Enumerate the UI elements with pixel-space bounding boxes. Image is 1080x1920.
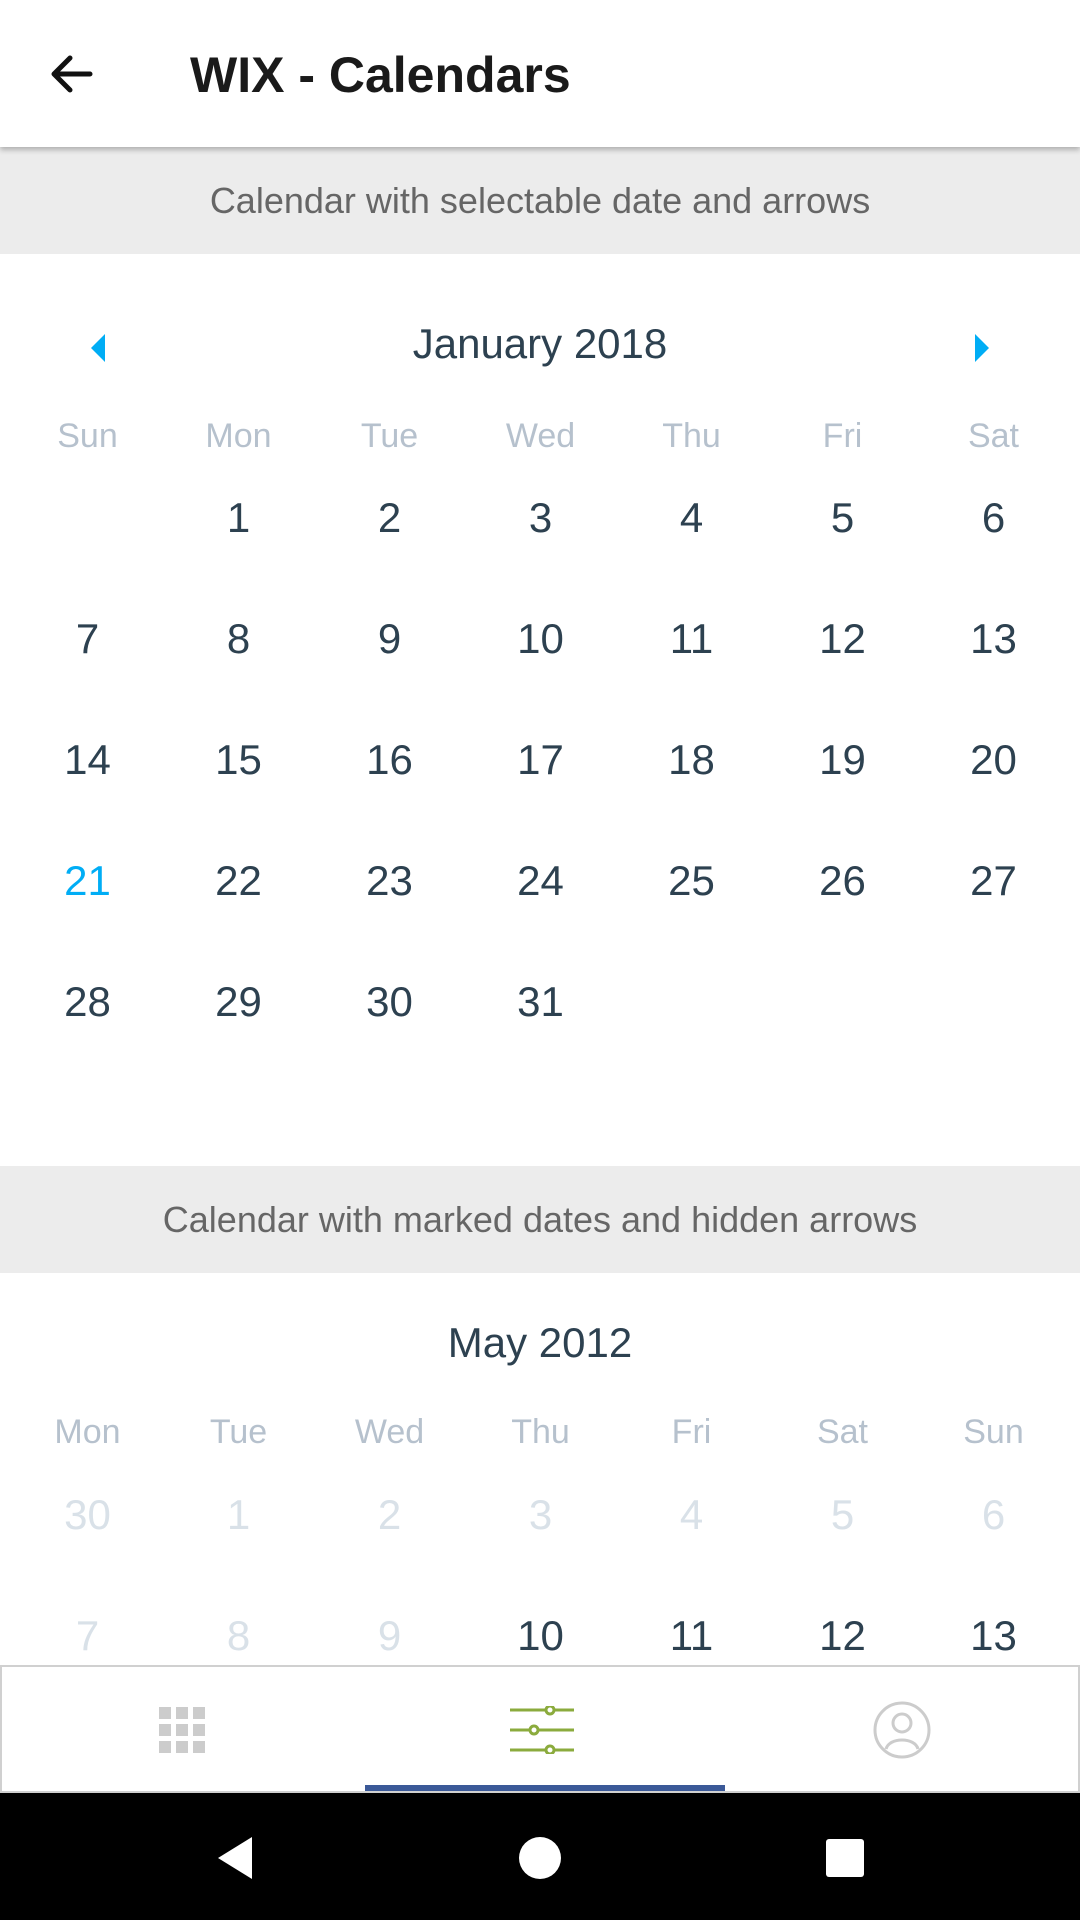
day-cell[interactable]: 2 xyxy=(314,484,465,605)
app-bar: WIX - Calendars xyxy=(0,0,1080,147)
day-cell[interactable]: 25 xyxy=(616,847,767,968)
calendar-selectable: January 2018 Sun Mon Tue Wed Thu Fri Sat 12345… xyxy=(0,254,1080,1166)
empty-day-cell xyxy=(767,968,918,1089)
day-cell[interactable]: 6 xyxy=(918,484,1069,605)
day-cell[interactable]: 13 xyxy=(918,1602,1069,1665)
day-cell[interactable]: 29 xyxy=(163,968,314,1089)
empty-day-cell xyxy=(918,968,1069,1089)
day-cell[interactable]: 16 xyxy=(314,726,465,847)
weekday-label: Sun xyxy=(57,417,118,455)
empty-day-cell xyxy=(616,968,767,1089)
grid-icon xyxy=(159,1707,205,1753)
weekday-label: Wed xyxy=(505,417,576,455)
day-cell: 2 xyxy=(377,1491,402,1538)
day-cell[interactable]: 20 xyxy=(918,726,1069,847)
day-cell: 5 xyxy=(830,1491,855,1538)
section-header-marked: Calendar with marked dates and hidden ar… xyxy=(0,1166,1080,1273)
weekday-label: Tue xyxy=(209,1413,268,1451)
day-cell: 6 xyxy=(981,1491,1006,1538)
nav-tab-sliders[interactable] xyxy=(362,1667,722,1793)
day-cell[interactable]: 10 xyxy=(465,1602,616,1665)
weekday-label: Fri xyxy=(671,1413,712,1451)
day-cell[interactable]: 17 xyxy=(465,726,616,847)
day-cell: 30 xyxy=(64,1491,111,1538)
day-cell: 1 xyxy=(226,1491,251,1538)
day-cell[interactable]: 26 xyxy=(767,847,918,968)
day-cell[interactable]: 10 xyxy=(465,605,616,726)
day-cell: 9 xyxy=(377,1612,402,1659)
weekday-label: Sat xyxy=(967,417,1020,455)
section-header-selectable: Calendar with selectable date and arrows xyxy=(0,147,1080,254)
day-cell[interactable]: 12 xyxy=(767,605,918,726)
weekday-label: Sat xyxy=(816,1413,869,1451)
weekday-label: Thu xyxy=(662,417,721,455)
day-cell[interactable]: 13 xyxy=(918,605,1069,726)
weekday-label: Mon xyxy=(54,1413,121,1451)
day-cell[interactable]: 1 xyxy=(163,484,314,605)
weekday-label: Wed xyxy=(354,1413,425,1451)
day-cell[interactable]: 27 xyxy=(918,847,1069,968)
system-recents-icon[interactable] xyxy=(810,1823,880,1893)
day-grid: 1 2 3 4 5 6 7 8 9 10 11 12 13 14 15 16 17 18 19 20 21 22 23 24 2… xyxy=(12,484,1069,1089)
day-cell[interactable]: 30 xyxy=(314,968,465,1089)
weekday-label: Mon xyxy=(205,417,272,455)
day-cell[interactable]: 8 xyxy=(163,605,314,726)
day-cell[interactable]: 31 xyxy=(465,968,616,1089)
calendar-header: May 2012 xyxy=(0,1305,1080,1385)
arrow-left-icon[interactable] xyxy=(42,44,102,104)
system-nav-bar xyxy=(0,1793,1080,1920)
day-grid: 30 1 2 3 4 5 6 7 8 9 10 11 12 13 xyxy=(12,1481,1069,1665)
day-cell: 3 xyxy=(528,1491,553,1538)
day-cell[interactable]: 15 xyxy=(163,726,314,847)
day-cell[interactable]: 9 xyxy=(314,605,465,726)
day-cell[interactable]: 7 xyxy=(12,605,163,726)
day-cell[interactable]: 28 xyxy=(12,968,163,1089)
day-cell[interactable]: 3 xyxy=(465,484,616,605)
weekday-row: Mon Tue Wed Thu Fri Sat Sun xyxy=(0,1413,1080,1463)
day-cell[interactable]: 19 xyxy=(767,726,918,847)
day-cell-selected[interactable]: 21 xyxy=(12,847,163,968)
day-cell[interactable]: 22 xyxy=(163,847,314,968)
calendar-header: January 2018 xyxy=(0,306,1080,386)
day-cell: 7 xyxy=(75,1612,100,1659)
scroll-content[interactable]: Calendar with selectable date and arrows… xyxy=(0,147,1080,1665)
weekday-row: Sun Mon Tue Wed Thu Fri Sat xyxy=(0,417,1080,467)
month-title: May 2012 xyxy=(447,1319,633,1366)
nav-tab-grid[interactable] xyxy=(2,1667,362,1793)
nav-tab-profile[interactable] xyxy=(722,1667,1080,1793)
day-cell[interactable]: 24 xyxy=(465,847,616,968)
weekday-label: Fri xyxy=(822,417,863,455)
day-cell[interactable]: 23 xyxy=(314,847,465,968)
empty-day-cell xyxy=(12,484,163,605)
active-tab-indicator xyxy=(365,1785,725,1791)
day-cell[interactable]: 12 xyxy=(767,1602,918,1665)
day-cell: 4 xyxy=(679,1491,704,1538)
weekday-label: Tue xyxy=(360,417,419,455)
month-title: January 2018 xyxy=(412,320,668,367)
bottom-nav xyxy=(0,1665,1080,1793)
day-cell[interactable]: 14 xyxy=(12,726,163,847)
day-cell: 8 xyxy=(226,1612,251,1659)
day-cell[interactable]: 11 xyxy=(616,605,767,726)
system-home-icon[interactable] xyxy=(505,1823,575,1893)
system-back-icon[interactable] xyxy=(200,1823,270,1893)
user-icon xyxy=(873,1701,931,1759)
caret-right-icon[interactable] xyxy=(962,328,1002,368)
calendar-marked: May 2012 Mon Tue Wed Thu Fri Sat Sun 30 1 2 3 4 5 6 7… xyxy=(0,1273,1080,1665)
day-cell[interactable]: 18 xyxy=(616,726,767,847)
weekday-label: Sun xyxy=(963,1413,1024,1451)
sliders-icon xyxy=(510,1706,574,1754)
day-cell[interactable]: 11 xyxy=(616,1602,767,1665)
weekday-label: Thu xyxy=(511,1413,570,1451)
day-cell[interactable]: 4 xyxy=(616,484,767,605)
page-title: WIX - Calendars xyxy=(190,47,571,103)
day-cell[interactable]: 5 xyxy=(767,484,918,605)
